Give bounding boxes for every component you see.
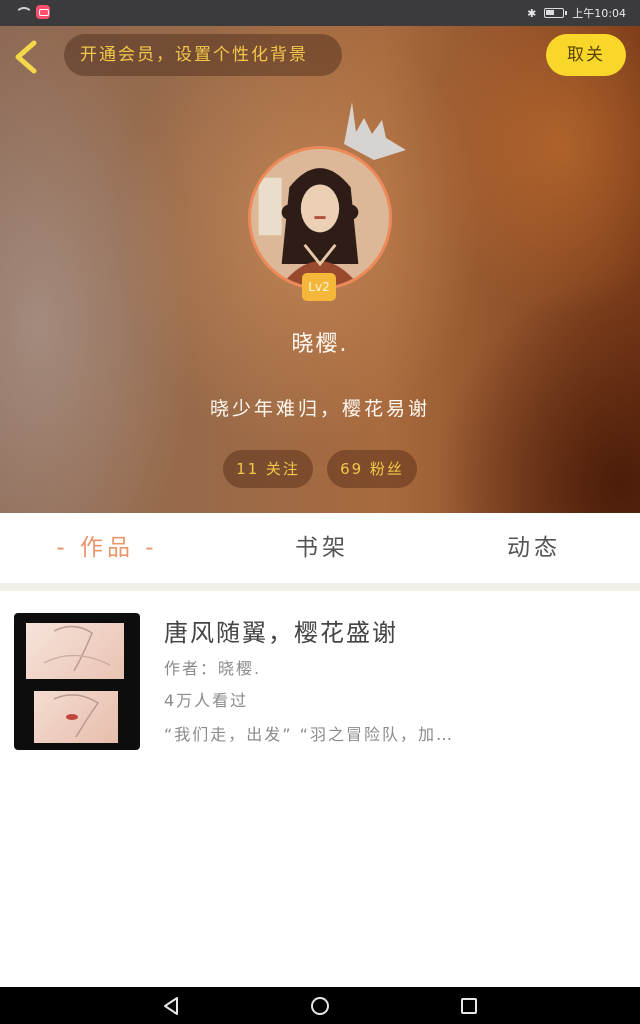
wifi-icon xyxy=(14,6,33,18)
back-button[interactable] xyxy=(12,40,42,74)
level-badge: Lv2 xyxy=(302,273,336,301)
fans-count[interactable]: 69 粉丝 xyxy=(327,450,417,488)
triangle-back-icon xyxy=(164,997,178,1015)
tab-moments[interactable]: 动态 xyxy=(484,513,584,583)
status-time: 上午10:04 xyxy=(572,7,626,20)
work-cover[interactable] xyxy=(14,613,140,750)
profile-tabs: - 作品 - 书架 动态 xyxy=(0,513,640,583)
work-card[interactable]: 唐风随翼，樱花盛谢 作者：晓樱. 4万人看过 “我们走，出发” “羽之冒险队，加… xyxy=(8,591,632,771)
circle-home-icon xyxy=(311,997,329,1015)
avatar[interactable] xyxy=(248,146,392,290)
nav-home-button[interactable] xyxy=(309,995,331,1017)
divider xyxy=(0,583,640,591)
vip-background-prompt[interactable]: 开通会员，设置个性化背景 xyxy=(64,34,342,76)
user-bio: 晓少年难归，樱花易谢 xyxy=(209,398,430,420)
nav-recents-button[interactable] xyxy=(458,995,480,1017)
battery-icon xyxy=(544,8,568,18)
avatar-image xyxy=(251,149,389,287)
username: 晓樱. xyxy=(291,332,349,357)
bluetooth-icon: ✱ xyxy=(527,6,537,20)
profile-header: 开通会员，设置个性化背景 取关 Lv2 晓樱. 晓少年难归，樱花易谢 11 关注… xyxy=(0,26,640,513)
unfollow-button[interactable]: 取关 xyxy=(546,34,626,76)
tab-bookshelf[interactable]: 书架 xyxy=(272,513,372,583)
cover-illustration xyxy=(43,625,111,738)
square-recents-icon xyxy=(461,998,477,1014)
nav-back-button[interactable] xyxy=(160,995,182,1017)
app-notification-icon xyxy=(36,5,50,19)
work-author: 作者：晓樱. xyxy=(164,659,262,678)
following-count[interactable]: 11 关注 xyxy=(223,450,313,488)
chevron-left-icon xyxy=(15,40,37,74)
system-nav-bar xyxy=(0,987,640,1024)
status-bar: ✱ 上午10:04 xyxy=(0,0,640,26)
work-views: 4万人看过 xyxy=(164,691,249,710)
work-excerpt: “我们走，出发” “羽之冒险队，加… xyxy=(164,725,454,744)
work-title: 唐风随翼，樱花盛谢 xyxy=(164,619,398,647)
tab-works[interactable]: - 作品 - xyxy=(42,513,172,583)
